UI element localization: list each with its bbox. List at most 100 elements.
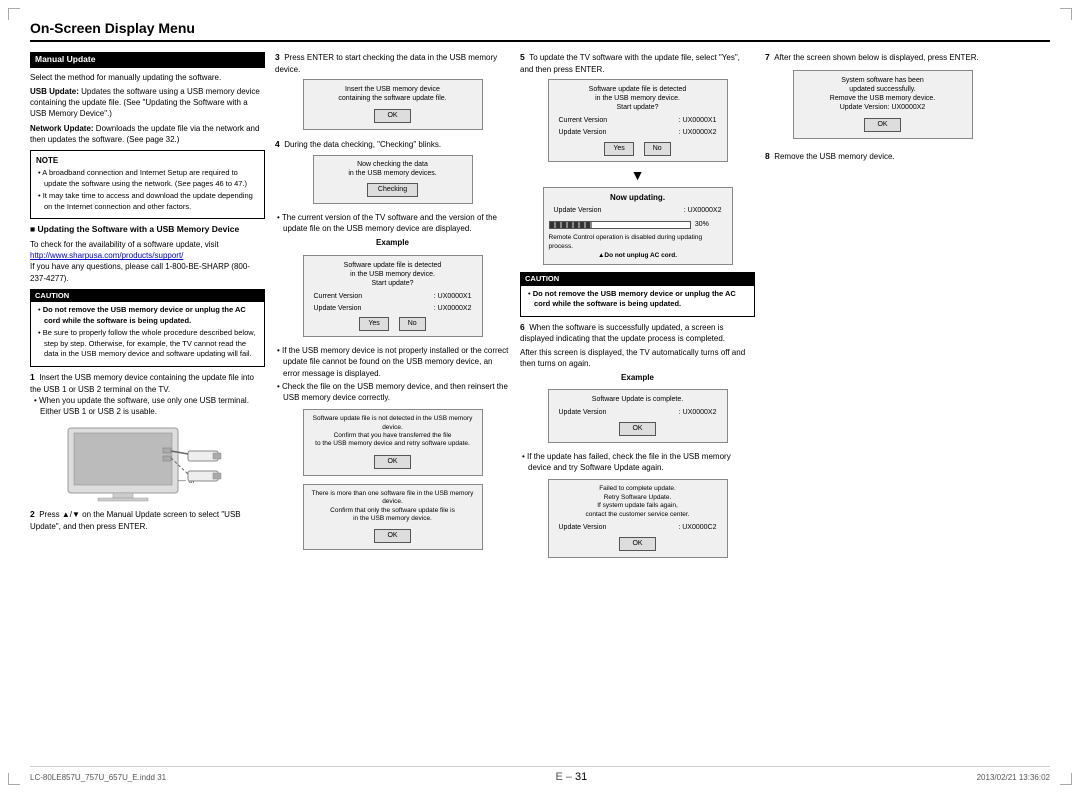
dialog3-no-btn[interactable]: No (399, 317, 426, 331)
column-2: 3 Press ENTER to start checking the data… (275, 52, 510, 750)
step4: 4 During the data checking, "Checking" b… (275, 139, 510, 151)
col3-complete-dialog: Software Update is complete. Update Vers… (548, 389, 728, 443)
progress-caution-text: ▲Do not unplug AC cord. (549, 251, 727, 260)
note-item-1: A broadband connection and Internet Setu… (36, 168, 259, 189)
caution-box-1: CAUTION Do not remove the USB memory dev… (30, 289, 265, 367)
error-dialog1-ok-btn[interactable]: OK (374, 455, 410, 469)
col2-error-dialog-2-container: There is more than one software file in … (275, 480, 510, 555)
step6-text2: After this screen is displayed, the TV a… (520, 347, 755, 369)
col3-dialog-1-container: Software update file is detected in the … (520, 75, 755, 166)
error-dialog1-title: Software update file is not detected in … (309, 415, 477, 449)
col2-error-dialog-1: Software update file is not detected in … (303, 409, 483, 476)
failed-ok-btn[interactable]: OK (619, 537, 655, 551)
dialog1-title: Insert the USB memory device containing … (309, 85, 477, 103)
failed-update-row: Update Version : UX0000C2 (554, 522, 722, 534)
col3-complete-container: Software Update is complete. Update Vers… (520, 385, 755, 447)
step3: 3 Press ENTER to start checking the data… (275, 52, 510, 75)
note-box: NOTE A broadband connection and Internet… (30, 150, 265, 219)
note-title: NOTE (36, 155, 259, 166)
note-if-usb: If the USB memory device is not properly… (275, 345, 510, 379)
dialog3-yes-btn[interactable]: Yes (359, 317, 388, 331)
col2-error-dialog-1-container: Software update file is not detected in … (275, 405, 510, 480)
note-current: The current version of the TV software a… (275, 212, 510, 234)
caution-col3-item1: Do not remove the USB memory device or u… (526, 289, 749, 310)
usb-section-text: To check for the availability of a softw… (30, 239, 265, 250)
column-3: 5 To update the TV software with the upd… (520, 52, 755, 750)
arrow-down: ▼ (520, 168, 755, 182)
corner-mark-tr (1060, 8, 1072, 20)
column-4: 7 After the screen shown below is displa… (765, 52, 1000, 750)
col3-dialog1-yes-btn[interactable]: Yes (604, 142, 633, 156)
col2-dialog-3-container: Software update file is detected in the … (275, 251, 510, 342)
step8: 8 Remove the USB memory device. (765, 151, 1000, 163)
caution-item-1: Do not remove the USB memory device or u… (36, 305, 259, 326)
step1-sub: When you update the software, use only o… (30, 395, 265, 417)
usb-link[interactable]: http://www.sharpusa.com/products/support… (30, 251, 183, 260)
step2: 2 Press ▲/▼ on the Manual Update screen … (30, 509, 265, 532)
dialog1-ok-btn[interactable]: OK (374, 109, 410, 123)
col4-dialog-title: System software has been updated success… (799, 76, 967, 112)
dialog3-update-row: Update Version : UX0000X2 (309, 303, 477, 315)
page-title: On-Screen Display Menu (30, 20, 1050, 42)
checking-btn: Checking (367, 183, 418, 197)
if-failed-text: If the update has failed, check the file… (520, 451, 755, 473)
corner-mark-tl (8, 8, 20, 20)
col4-dialog-container: System software has been updated success… (765, 64, 1000, 143)
col3-dialog1-title: Software update file is detected in the … (554, 85, 722, 112)
col2-dialog-2-container: Now checking the data in the USB memory … (275, 151, 510, 208)
column-1: Manual Update Select the method for manu… (30, 52, 265, 750)
col2-dialog-3: Software update file is detected in the … (303, 255, 483, 338)
dialog3-current-row: Current Version : UX0000X1 (309, 291, 477, 303)
network-update-label: Network Update: (30, 124, 94, 133)
progress-update-row: Update Version : UX0000X2 (549, 205, 727, 217)
usb-section-text2: If you have any questions, please call 1… (30, 261, 265, 283)
caution-item-2: Be sure to properly follow the whole pro… (36, 328, 259, 360)
col3-progress-dialog: Now updating. Update Version : UX0000X2 … (543, 187, 733, 265)
progress-bar-outer (549, 221, 691, 229)
usb-section-title: ■ Updating the Software with a USB Memor… (30, 224, 265, 236)
caution-title-1: CAUTION (31, 290, 264, 303)
progress-note: Remote Control operation is disabled dur… (549, 233, 727, 251)
example-label-col3: Example (520, 372, 755, 383)
main-content: Manual Update Select the method for manu… (30, 52, 1050, 750)
usb-update-desc: USB Update: Updates the software using a… (30, 86, 265, 120)
complete-update-row: Update Version : UX0000X2 (554, 407, 722, 419)
col3-progress-container: Now updating. Update Version : UX0000X2 … (520, 184, 755, 268)
note-check: Check the file on the USB memory device,… (275, 381, 510, 403)
col3-dialog1-update-row: Update Version : UX0000X2 (554, 127, 722, 139)
col2-dialog-1: Insert the USB memory device containing … (303, 79, 483, 130)
col3-dialog1-buttons: Yes No (554, 142, 722, 156)
col3-failed-container: Failed to complete update. Retry Softwar… (520, 475, 755, 561)
footer-right: 2013/02/21 13:36:02 (977, 773, 1050, 782)
page-number: E – 31 (555, 771, 587, 783)
complete-dialog-title: Software Update is complete. (554, 395, 722, 404)
note-item-2: It may take time to access and download … (36, 191, 259, 212)
complete-ok-btn[interactable]: OK (619, 422, 655, 436)
progress-bar-inner (550, 222, 592, 228)
network-update-desc: Network Update: Downloads the update fil… (30, 123, 265, 145)
corner-mark-bl (8, 773, 20, 785)
col4-ok-btn[interactable]: OK (864, 118, 900, 132)
page-footer: LC-80LE857U_757U_657U_E.indd 31 E – 31 2… (30, 766, 1050, 783)
error-dialog2-title: There is more than one software file in … (309, 490, 477, 524)
example-label-1: Example (275, 237, 510, 248)
step5: 5 To update the TV software with the upd… (520, 52, 755, 75)
step7: 7 After the screen shown below is displa… (765, 52, 1000, 64)
col3-dialog1-no-btn[interactable]: No (644, 142, 671, 156)
footer-left: LC-80LE857U_757U_657U_E.indd 31 (30, 773, 166, 782)
usb-update-label: USB Update: (30, 87, 79, 96)
progress-title: Now updating. (549, 192, 727, 203)
col3-dialog-1: Software update file is detected in the … (548, 79, 728, 162)
corner-mark-br (1060, 773, 1072, 785)
progress-bar-row: 30% (549, 219, 727, 231)
col4-dialog: System software has been updated success… (793, 70, 973, 139)
dialog3-buttons: Yes No (309, 317, 477, 331)
col2-dialog-2: Now checking the data in the USB memory … (313, 155, 473, 204)
progress-percent: 30% (695, 220, 709, 230)
col3-dialog1-current-row: Current Version : UX0000X1 (554, 115, 722, 127)
step6: 6 When the software is successfully upda… (520, 322, 755, 345)
caution-box-col3: CAUTION Do not remove the USB memory dev… (520, 272, 755, 317)
dialog3-title: Software update file is detected in the … (309, 261, 477, 288)
error-dialog2-ok-btn[interactable]: OK (374, 529, 410, 543)
col2-dialog-1-container: Insert the USB memory device containing … (275, 75, 510, 134)
